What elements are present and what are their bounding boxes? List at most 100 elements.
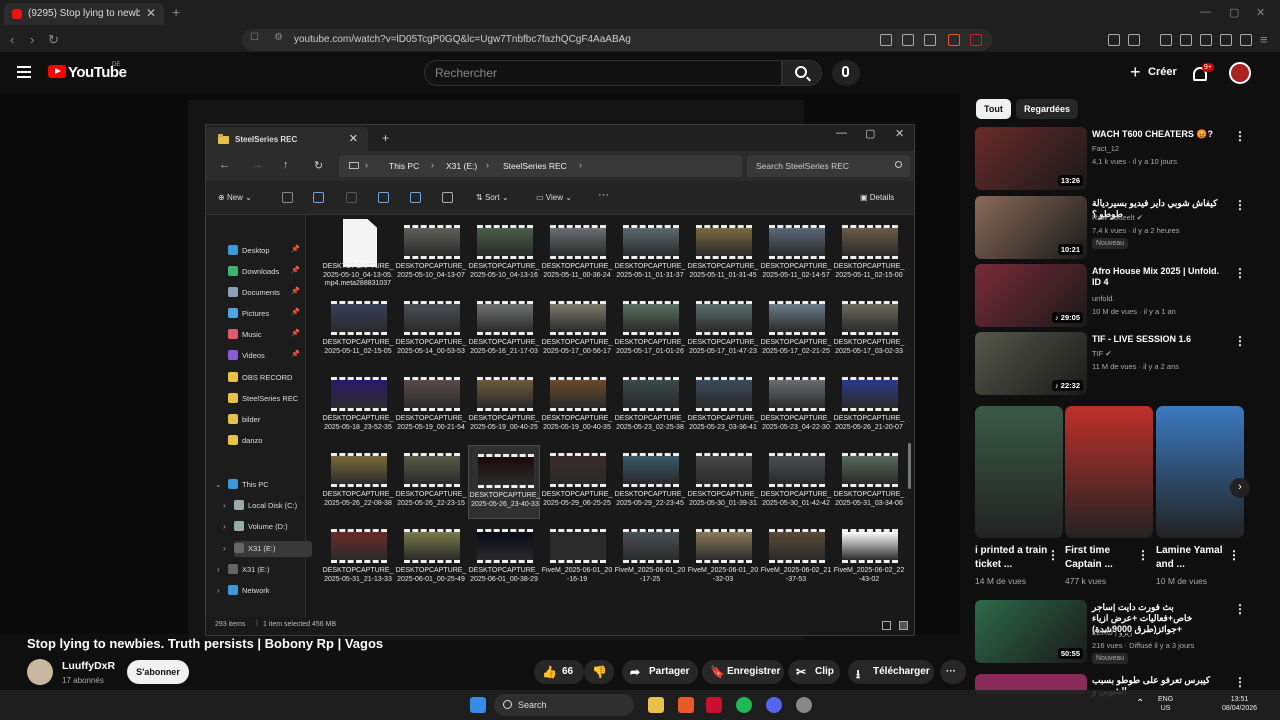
tree-item-x31-e-[interactable]: › X31 (E:) [217, 562, 306, 578]
scrollbar[interactable] [908, 443, 911, 489]
more-options-icon[interactable]: ⋮ [1234, 334, 1246, 348]
up-arrow-icon[interactable]: ↑ [283, 159, 289, 171]
close-tab-icon[interactable]: ✕ [349, 132, 358, 145]
video-title[interactable]: Afro House Mix 2025 | Unfold. ID 4 [1092, 266, 1226, 288]
chevron-right-icon[interactable]: › [223, 544, 226, 553]
more-options-icon[interactable]: ⋮ [1047, 548, 1059, 562]
close-window-icon[interactable]: ✕ [1256, 6, 1265, 19]
file-item[interactable]: FiveM_2025-06-02_22-43-02 [833, 521, 905, 595]
dislike-button[interactable]: 👎 [584, 660, 614, 684]
sidebar-icon[interactable] [1128, 34, 1140, 46]
video-title[interactable]: TIF - LIVE SESSION 1.6 [1092, 334, 1226, 345]
adobe-icon[interactable] [706, 697, 722, 713]
download-button[interactable]: ⭳ Télécharger [848, 660, 934, 684]
file-item[interactable]: DESKTOPCAPTURE_2025-05-30_01-39-31 [687, 445, 759, 519]
maximize-icon[interactable]: ▢ [865, 127, 875, 140]
brave-shield-icon[interactable] [948, 34, 960, 46]
video-thumbnail[interactable]: 13:26 [975, 127, 1087, 190]
chip-watched[interactable]: Regardées [1016, 99, 1079, 119]
video-thumbnail[interactable]: 10:21 [975, 196, 1087, 259]
file-item[interactable]: DESKTOPCAPTURE_2025-05-23_02-25-38 [614, 369, 686, 443]
more-options-icon[interactable]: ⋮ [1234, 129, 1246, 143]
short-title[interactable]: Lamine Yamal and ... [1156, 544, 1236, 572]
file-item[interactable]: DESKTOPCAPTURE_2025-05-11_02-14-57 [760, 217, 832, 291]
short-thumbnail[interactable] [1065, 406, 1153, 538]
breadcrumb-folder[interactable]: SteelSeries REC [503, 161, 567, 171]
file-item[interactable]: DESKTOPCAPTURE_2025-05-19_00-21-54 [395, 369, 467, 443]
subscribe-button[interactable]: S'abonner [127, 660, 189, 684]
new-tab-icon[interactable]: + [382, 131, 389, 145]
forward-arrow-icon[interactable]: → [252, 159, 263, 171]
shorts-next-arrow-icon[interactable]: › [1230, 478, 1250, 498]
file-item[interactable]: DESKTOPCAPTURE_2025-05-14_00-53-53 [395, 293, 467, 367]
sidebar-item-videos[interactable]: Videos 📌 [228, 348, 306, 364]
file-item[interactable]: DESKTOPCAPTURE_2025-05-26_21-20-07 [833, 369, 905, 443]
more-actions-button[interactable]: ··· [940, 660, 966, 684]
breadcrumb-this-pc[interactable]: This PC [389, 161, 419, 171]
chevron-right-icon[interactable]: › [223, 501, 226, 510]
more-options-icon[interactable]: ⋮ [1228, 548, 1240, 562]
site-info-icon[interactable]: ⚙ [274, 32, 283, 43]
file-item[interactable]: DESKTOPCAPTURE_2025-06-01_00-25-49 [395, 521, 467, 595]
file-item[interactable]: DESKTOPCAPTURE_2025-05-17_01-01-26 [614, 293, 686, 367]
video-title[interactable]: WACH T600 CHEATERS 😡? [1092, 129, 1226, 140]
translate-icon[interactable] [880, 34, 892, 46]
channel-name[interactable]: Raw Soueelt ✔ [1092, 213, 1232, 222]
file-item[interactable]: DESKTOPCAPTURE_2025-05-30_01-42-42 [760, 445, 832, 519]
thumbnail-view-icon[interactable] [899, 621, 908, 630]
cut-icon[interactable] [282, 192, 293, 203]
brave-browser-icon[interactable] [678, 697, 694, 713]
explorer-tab[interactable]: SteelSeries REC ✕ [206, 127, 368, 151]
channel-name[interactable]: ZERO | زيرو [1092, 628, 1232, 637]
back-arrow-icon[interactable]: ← [219, 159, 230, 171]
browser-tab[interactable]: (9295) Stop lying to newbies. Tru ✕ [4, 3, 164, 25]
sort-button[interactable]: ⇅ Sort ⌄ [476, 193, 509, 202]
more-options-icon[interactable]: ··· [598, 189, 609, 201]
file-item[interactable]: DESKTOPCAPTURE_2025-05-10_04-13-07 [395, 217, 467, 291]
search-input[interactable]: Rechercher [424, 60, 782, 86]
file-item[interactable]: DESKTOPCAPTURE_2025-05-11_01-31-37 [614, 217, 686, 291]
wifi-icon[interactable]: ⌃ [1136, 699, 1144, 709]
clip-button[interactable]: ✂ Clip [788, 660, 840, 684]
file-item[interactable]: DESKTOPCAPTURE_2025-05-26_23-40-33 [468, 445, 540, 519]
file-item[interactable]: DESKTOPCAPTURE_2025-05-29_06-25-25 [541, 445, 613, 519]
file-item[interactable]: DESKTOPCAPTURE_2025-05-29_22-23-45 [614, 445, 686, 519]
reload-icon[interactable]: ↻ [48, 32, 59, 48]
sidebar-item-documents[interactable]: Documents 📌 [228, 285, 306, 301]
delete-icon[interactable] [442, 192, 453, 203]
file-item[interactable]: DESKTOPCAPTURE_2025-05-11_02-15-00 [833, 217, 905, 291]
minimize-icon[interactable]: — [836, 127, 847, 139]
file-item[interactable]: DESKTOPCAPTURE_2025-05-26_22-08-38 [322, 445, 394, 519]
sidebar-item-danzo[interactable]: danzo [228, 433, 306, 449]
sidebar-item-downloads[interactable]: Downloads 📌 [228, 264, 306, 280]
file-item[interactable]: DESKTOPCAPTURE_2025-05-10_04-13-16 [468, 217, 540, 291]
vpn-icon[interactable] [1240, 34, 1252, 46]
sidebar-item-desktop[interactable]: Desktop 📌 [228, 243, 306, 259]
leo-icon[interactable] [1220, 34, 1232, 46]
copy-icon[interactable] [313, 192, 324, 203]
channel-name[interactable]: Fact_12 [1092, 144, 1232, 153]
share-button[interactable]: ➦ Partager [622, 660, 698, 684]
channel-avatar[interactable] [27, 659, 53, 685]
video-thumbnail[interactable]: 50:55 [975, 600, 1087, 663]
settings-gear-icon[interactable] [796, 697, 812, 713]
file-item[interactable]: FiveM_2025-06-01_20-17-25 [614, 521, 686, 595]
file-item[interactable]: DESKTOPCAPTURE_2025-05-17_03-02-33 [833, 293, 905, 367]
view-button[interactable]: ▭ View ⌄ [536, 193, 572, 202]
tree-item-network[interactable]: › Network [217, 583, 306, 599]
more-options-icon[interactable]: ⋮ [1234, 266, 1246, 280]
cast-icon[interactable] [902, 34, 914, 46]
channel-name[interactable]: LuuffyDxR [62, 660, 115, 672]
youtube-logo-icon[interactable] [48, 65, 66, 78]
file-item[interactable]: DESKTOPCAPTURE_2025-05-10_04-13-05.mp4.m… [322, 217, 394, 291]
minimize-icon[interactable]: — [1200, 6, 1211, 18]
file-item[interactable]: DESKTOPCAPTURE_2025-05-17_00-56-17 [541, 293, 613, 367]
file-item[interactable]: DESKTOPCAPTURE_2025-05-31_21-13-33 [322, 521, 394, 595]
details-button[interactable]: ▣ Details [860, 193, 894, 202]
rewards-icon[interactable] [970, 34, 982, 46]
chip-all[interactable]: Tout [976, 99, 1011, 119]
sidebar-item-steelseries-rec[interactable]: SteelSeries REC [228, 391, 306, 407]
forward-icon[interactable]: › [30, 32, 34, 47]
video-thumbnail[interactable]: ♪ 29:05 [975, 264, 1087, 327]
breadcrumb-drive[interactable]: X31 (E:) [446, 161, 477, 171]
